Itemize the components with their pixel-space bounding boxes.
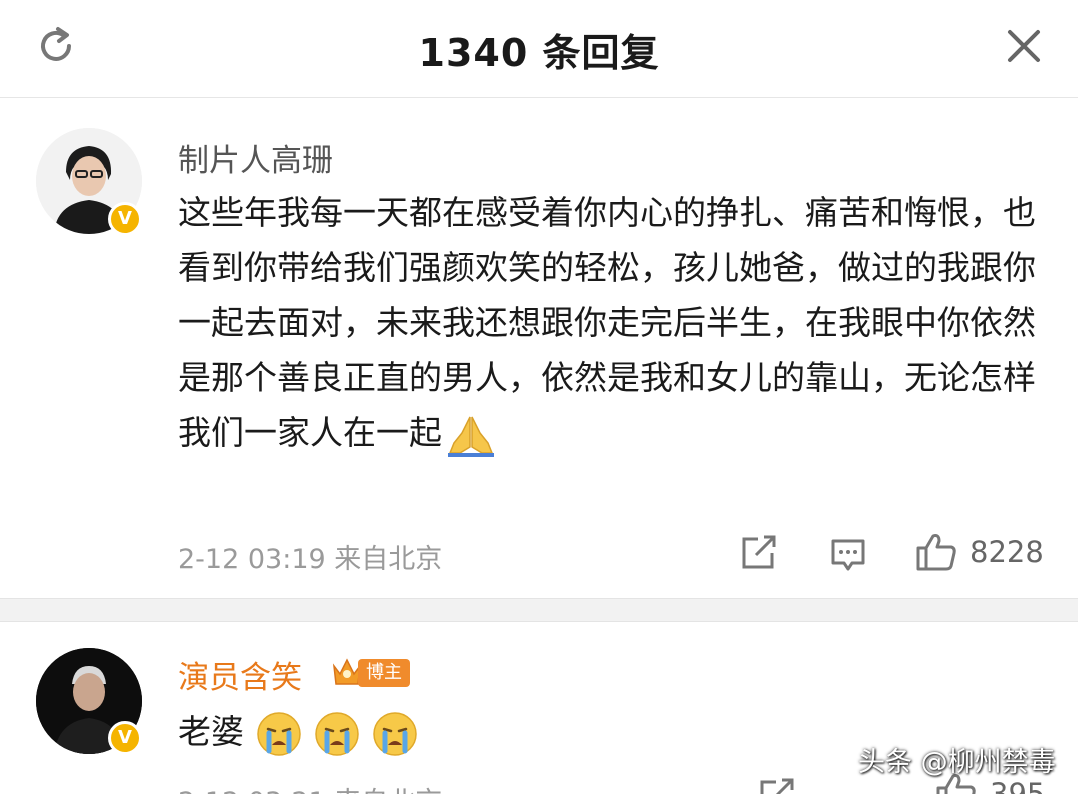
verified-badge: V <box>108 202 142 236</box>
comment-text-content: 这些年我每一天都在感受着你内心的挣扎、痛苦和悔恨，也看到你带给我们强颜欢笑的轻松… <box>178 193 1036 452</box>
verified-badge: V <box>108 721 142 755</box>
header-bar: 1340 条回复 <box>0 0 1078 98</box>
watermark: 头条 @柳州禁毒 <box>858 747 1056 778</box>
like-count: 8228 <box>970 535 1044 569</box>
comment-separator <box>0 598 1078 622</box>
comment-text: 这些年我每一天都在感受着你内心的挣扎、痛苦和悔恨，也看到你带给我们强颜欢笑的轻松… <box>178 185 1038 460</box>
comment-meta: 2-12 03:21 来自北京 <box>178 780 442 794</box>
crying-emoji-icon <box>315 711 359 756</box>
crying-emoji-icon <box>257 711 301 756</box>
share-icon[interactable] <box>740 535 778 571</box>
page-title: 1340 条回复 <box>418 31 660 75</box>
blogger-badge: 博主 <box>358 659 410 687</box>
like-icon[interactable] <box>915 532 957 572</box>
crying-emoji-icon <box>373 711 417 756</box>
pray-emoji-icon <box>448 416 494 457</box>
close-icon[interactable] <box>1002 24 1046 68</box>
comment-meta: 2-12 03:19 来自北京 <box>178 544 443 575</box>
username[interactable]: 制片人高珊 <box>178 135 333 180</box>
comment-icon[interactable] <box>830 537 866 573</box>
comment-text-content: 老婆 <box>178 712 244 751</box>
comment-item: V 制片人高珊 这些年我每一天都在感受着你内心的挣扎、痛苦和悔恨，也看到你带给我… <box>0 99 1078 598</box>
like-count: 395 <box>990 777 1046 794</box>
username[interactable]: 演员含笑 <box>178 652 302 697</box>
share-icon[interactable] <box>758 778 796 794</box>
